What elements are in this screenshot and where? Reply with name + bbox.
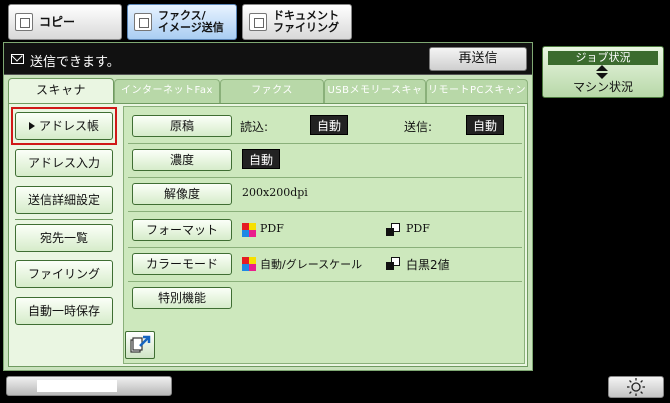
mail-icon	[11, 54, 24, 64]
sidebar-divider	[15, 219, 113, 220]
mode-copy-button[interactable]: コピー	[8, 4, 122, 40]
read-label: 読込:	[240, 120, 269, 134]
fax-image-send-icon	[134, 13, 152, 31]
format-button[interactable]: フォーマット	[132, 219, 232, 241]
tab-internet-fax[interactable]: インターネットFax	[114, 79, 220, 103]
machine-status-label: マシン状況	[572, 80, 633, 94]
row-divider	[128, 247, 522, 248]
mode-fax-image-send-button[interactable]: ファクス/ イメージ送信	[127, 4, 237, 40]
bottom-left-indicator	[37, 380, 117, 392]
row-divider	[128, 211, 522, 212]
status-message: 送信できます。	[30, 55, 120, 70]
resolution-value: 200x200dpi	[242, 186, 308, 199]
mode-fax-label: ファクス/ イメージ送信	[158, 9, 224, 34]
bw-mode-icon	[386, 257, 400, 271]
tab-scanner[interactable]: スキャナ	[8, 78, 114, 104]
color-mode-bw-value: 白黒2値	[406, 258, 450, 272]
special-modes-icon-button[interactable]	[125, 331, 155, 359]
resend-button[interactable]: 再送信	[429, 47, 527, 71]
send-arrow-icon	[130, 335, 151, 353]
scanner-content: アドレス帳 アドレス入力 送信詳細設定 宛先一覧 ファイリング 自動一時保存 原…	[8, 103, 528, 367]
bottom-left-button[interactable]	[6, 376, 172, 396]
original-button[interactable]: 原稿	[132, 115, 232, 137]
sun-icon	[627, 378, 645, 396]
read-value: 自動	[310, 115, 349, 135]
color-mode-color-value: 自動/グレースケール	[260, 258, 363, 271]
status-bar: 送信できます。 再送信	[4, 43, 532, 75]
density-button[interactable]: 濃度	[132, 149, 232, 171]
send-label: 送信:	[404, 120, 433, 134]
job-status-button[interactable]: ジョブ状況 マシン状況	[542, 46, 664, 98]
brightness-button[interactable]	[608, 376, 664, 398]
resolution-button[interactable]: 解像度	[132, 183, 232, 205]
copy-icon	[15, 13, 33, 31]
filing-button[interactable]: ファイリング	[15, 260, 113, 288]
row-divider	[128, 281, 522, 282]
up-down-arrows-icon	[596, 65, 608, 79]
mode-copy-label: コピー	[39, 15, 76, 29]
document-filing-icon	[249, 13, 267, 31]
mode-document-filing-button[interactable]: ドキュメント ファイリング	[242, 4, 352, 40]
tab-usb-scan[interactable]: USBメモリースキャン	[324, 79, 426, 118]
density-value: 自動	[242, 149, 281, 169]
row-divider	[128, 177, 522, 178]
color-mode-icon	[242, 223, 256, 237]
auto-temp-save-button[interactable]: 自動一時保存	[15, 297, 113, 325]
row-divider	[128, 143, 522, 144]
job-status-label: ジョブ状況	[548, 51, 658, 65]
bw-mode-icon	[386, 223, 400, 237]
address-input-button[interactable]: アドレス入力	[15, 149, 113, 177]
main-panel: 送信できます。 再送信 スキャナ インターネットFax ファクス USBメモリー…	[3, 42, 533, 371]
color-mode-icon	[242, 257, 256, 271]
mode-filing-label: ドキュメント ファイリング	[273, 9, 339, 34]
tab-remote-pc-scan[interactable]: リモートPCスキャン	[426, 79, 528, 103]
special-functions-button[interactable]: 特別機能	[132, 287, 232, 309]
settings-panel: 原稿 読込: 自動 送信: 自動 濃度 自動 解像度 200x200dpi フォ…	[123, 106, 525, 364]
triangle-right-icon	[28, 122, 35, 130]
send-detail-settings-button[interactable]: 送信詳細設定	[15, 186, 113, 214]
destination-list-button[interactable]: 宛先一覧	[15, 224, 113, 252]
format-bw-value: PDF	[406, 222, 430, 235]
color-mode-button[interactable]: カラーモード	[132, 253, 232, 275]
address-book-label: アドレス帳	[38, 119, 99, 133]
format-color-value: PDF	[260, 222, 284, 235]
tab-fax[interactable]: ファクス	[220, 79, 324, 103]
address-book-button[interactable]: アドレス帳	[15, 112, 113, 140]
send-value: 自動	[466, 115, 505, 135]
